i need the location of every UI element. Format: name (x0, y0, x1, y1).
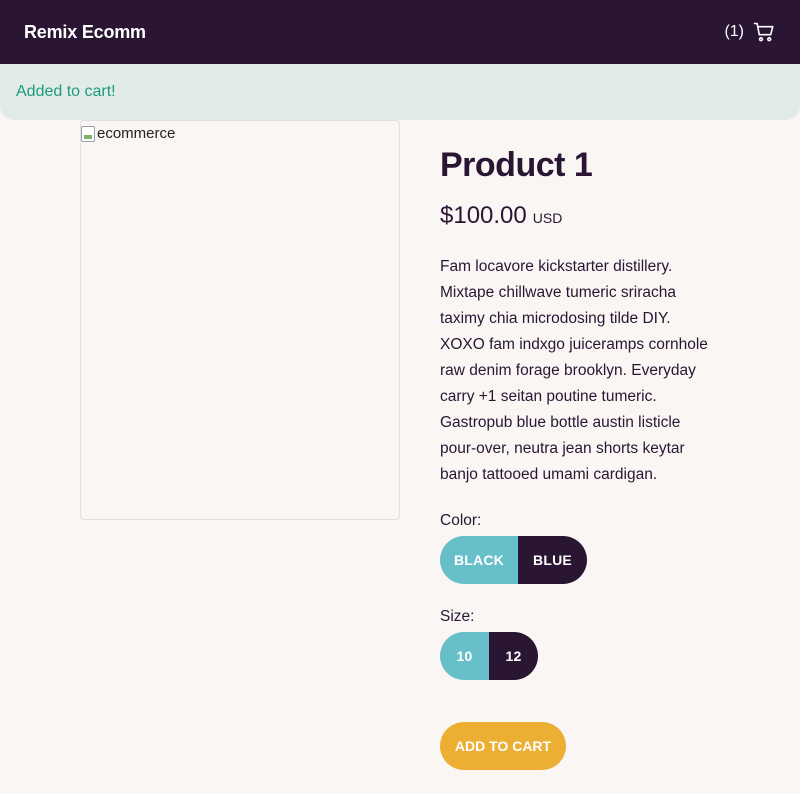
color-option-black[interactable]: BLACK (440, 536, 518, 584)
color-label: Color: (440, 512, 482, 529)
size-option-10[interactable]: 10 (440, 632, 489, 680)
brand-home-link[interactable]: Remix Ecomm (24, 22, 146, 43)
size-options: 10 12 (440, 632, 730, 680)
added-to-cart-alert: Added to cart! (0, 64, 800, 120)
color-options: BLACK BLUE (440, 536, 730, 584)
cart-link[interactable]: (1) (724, 20, 776, 44)
price-currency: USD (532, 210, 563, 226)
price-row: $100.00 USD (440, 202, 730, 230)
add-to-cart-button[interactable]: ADD TO CART (440, 722, 566, 770)
product-info: Product 1 $100.00 USD Fam locavore kicks… (440, 140, 730, 680)
broken-image-icon (81, 125, 95, 142)
size-label: Size: (440, 608, 475, 625)
size-option-12[interactable]: 12 (489, 632, 538, 680)
cart-icon (752, 20, 776, 44)
color-option-blue[interactable]: BLUE (518, 536, 587, 584)
product-image: ecommerce (80, 120, 400, 520)
product-title: Product 1 (440, 146, 593, 184)
product-description: Fam locavore kickstarter distillery. Mix… (440, 258, 708, 483)
product-price: $100.00 (440, 202, 527, 229)
alert-message: Added to cart! (16, 83, 116, 100)
product-image-alt-text: ecommerce (97, 125, 176, 142)
cart-count: (1) (724, 23, 744, 40)
top-nav-bar: Remix Ecomm (1) (0, 0, 800, 64)
product-image-alt: ecommerce (81, 125, 175, 142)
